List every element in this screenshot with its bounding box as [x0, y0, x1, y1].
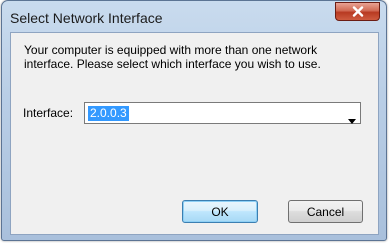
chevron-down-icon[interactable] [348, 111, 356, 129]
close-button[interactable] [335, 2, 380, 21]
instruction-text: Your computer is equipped with more than… [24, 43, 369, 71]
dialog-window: Select Network Interface Your computer i… [1, 0, 387, 241]
title-bar[interactable]: Select Network Interface [2, 1, 386, 33]
window-title: Select Network Interface [10, 10, 163, 26]
cancel-button[interactable]: Cancel [288, 200, 363, 223]
instruction-line-2: interface. Please select which interface… [24, 57, 321, 71]
dialog-content: Your computer is equipped with more than… [10, 32, 379, 235]
instruction-line-1: Your computer is equipped with more than… [24, 43, 318, 57]
interface-label: Interface: [23, 106, 74, 120]
interface-selected-value: 2.0.0.3 [88, 106, 129, 121]
ok-button[interactable]: OK [182, 200, 258, 223]
interface-dropdown[interactable]: 2.0.0.3 [84, 102, 361, 124]
close-icon [352, 6, 364, 17]
